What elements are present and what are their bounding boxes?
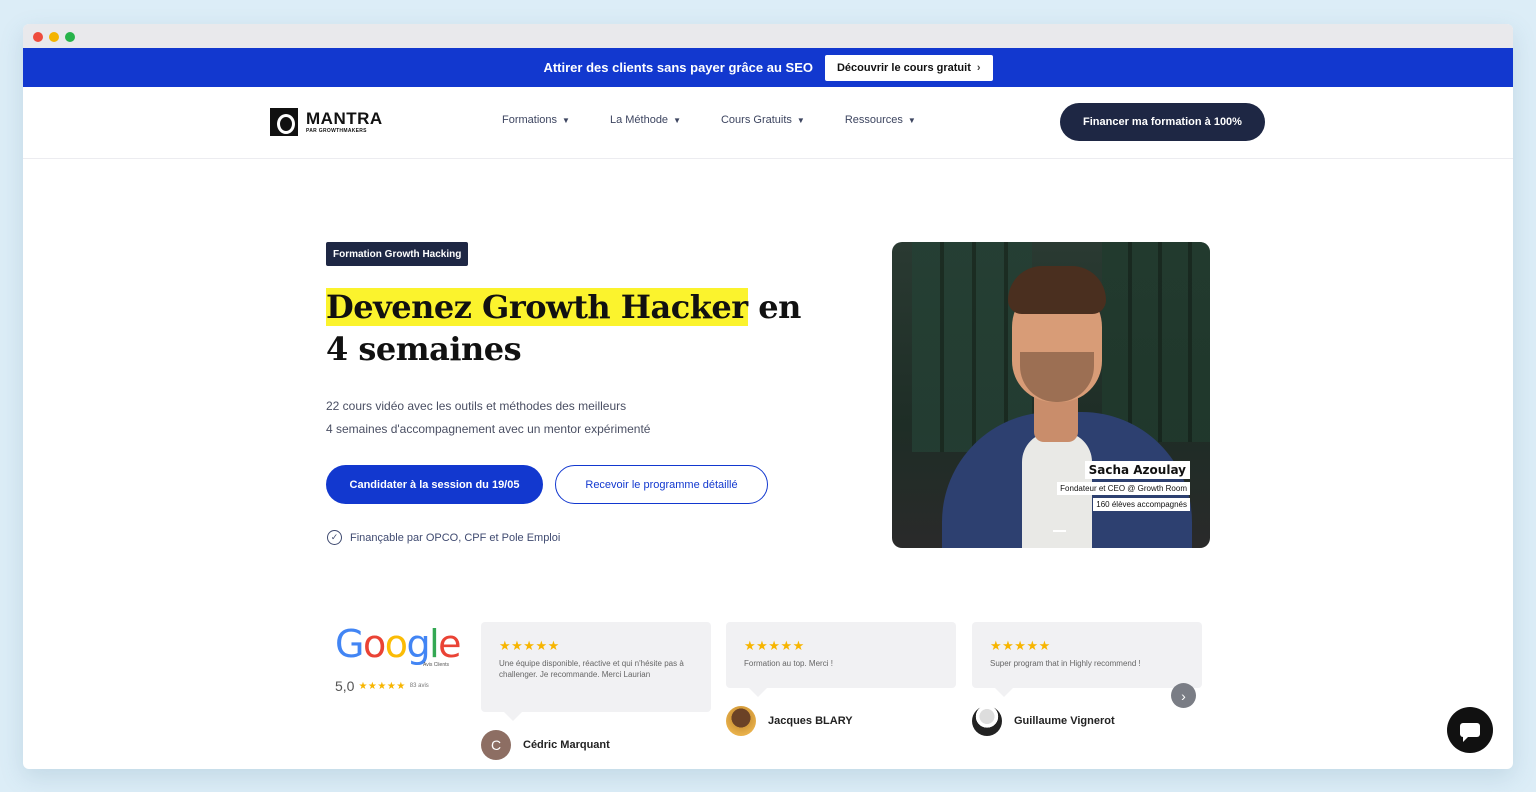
headline-rest-1: en bbox=[758, 288, 801, 326]
nav-menu: Formations ▼ La Méthode ▼ Cours Gratuits… bbox=[502, 114, 916, 126]
browser-window: Attirer des clients sans payer grâce au … bbox=[23, 24, 1513, 769]
funding-text: Finançable par OPCO, CPF et Pole Emploi bbox=[350, 531, 561, 544]
promo-button-label: Découvrir le cours gratuit bbox=[836, 61, 971, 74]
review-card: ★★★★★ Une équipe disponible, réactive et… bbox=[481, 622, 711, 760]
nav-item-label: La Méthode bbox=[609, 114, 669, 126]
check-circle-icon: ✓ bbox=[327, 530, 342, 545]
financer-button[interactable]: Financer ma formation à 100% bbox=[1060, 103, 1265, 141]
carousel-next-button[interactable]: › bbox=[1171, 683, 1196, 708]
logo-mark-icon bbox=[270, 108, 298, 136]
logo[interactable]: MANTRA PAR GROWTHMAKERS bbox=[270, 108, 383, 136]
hero-description: 22 cours vidéo avec les outils et méthod… bbox=[326, 395, 650, 441]
nav-item-ressources[interactable]: Ressources ▼ bbox=[845, 114, 916, 126]
hero-headline: Devenez Growth Hacker en 4 semaines bbox=[326, 286, 846, 370]
star-rating-icon: ★★★★★ bbox=[990, 638, 1051, 653]
google-score: 5,0 bbox=[335, 678, 355, 694]
headline-rest-2: 4 semaines bbox=[326, 330, 522, 368]
chat-button[interactable] bbox=[1447, 707, 1493, 753]
apply-button[interactable]: Candidater à la session du 19/05 bbox=[326, 465, 543, 504]
caret-down-icon: ▼ bbox=[562, 115, 570, 125]
nav-item-label: Ressources bbox=[844, 114, 903, 126]
avatar bbox=[972, 706, 1002, 736]
google-review-count: 83 avis bbox=[409, 683, 429, 689]
review-bubble: ★★★★★ Super program that in Highly recom… bbox=[972, 622, 1202, 697]
review-bubble: ★★★★★ Formation au top. Merci ! bbox=[726, 622, 956, 697]
review-text: Super program that in Highly recommend ! bbox=[990, 659, 1141, 668]
star-rating-icon: ★★★★★ bbox=[744, 638, 805, 653]
description-line-1: 22 cours vidéo avec les outils et méthod… bbox=[326, 399, 627, 413]
chat-bubble-icon bbox=[1460, 723, 1480, 742]
mentor-figure bbox=[1008, 266, 1106, 314]
close-window-dot[interactable] bbox=[33, 32, 43, 42]
slide-indicator[interactable] bbox=[1053, 530, 1066, 532]
logo-name: MANTRA bbox=[306, 109, 383, 128]
chevron-right-icon: › bbox=[1181, 687, 1186, 704]
maximize-window-dot[interactable] bbox=[65, 32, 75, 42]
mentor-photo: Sacha Azoulay Fondateur et CEO @ Growth … bbox=[892, 242, 1210, 548]
logo-subtitle: PAR GROWTHMAKERS bbox=[306, 128, 367, 134]
window-chrome bbox=[23, 24, 1513, 48]
mentor-name: Sacha Azoulay bbox=[1084, 461, 1190, 479]
nav-item-cours-gratuits[interactable]: Cours Gratuits ▼ bbox=[721, 114, 805, 126]
review-bubble: ★★★★★ Une équipe disponible, réactive et… bbox=[481, 622, 711, 721]
review-text: Une équipe disponible, réactive et qui n… bbox=[499, 659, 684, 679]
star-rating-icon: ★★★★★ bbox=[499, 638, 560, 653]
reviewer: C Cédric Marquant bbox=[481, 730, 711, 760]
caret-down-icon: ▼ bbox=[673, 115, 681, 125]
avatar: C bbox=[481, 730, 511, 760]
photo-background bbox=[1102, 242, 1210, 442]
star-rating-icon: ★★★★★ bbox=[358, 680, 406, 692]
caret-down-icon: ▼ bbox=[796, 115, 805, 125]
nav-item-formations[interactable]: Formations ▼ bbox=[502, 114, 570, 126]
mentor-students: 160 élèves accompagnés bbox=[1093, 498, 1190, 511]
program-button[interactable]: Recevoir le programme détaillé bbox=[555, 465, 768, 504]
reviewer-name: Guillaume Vignerot bbox=[1014, 715, 1115, 727]
avatar bbox=[726, 706, 756, 736]
reviewer: Guillaume Vignerot bbox=[972, 706, 1202, 736]
mentor-caption: Sacha Azoulay Fondateur et CEO @ Growth … bbox=[1057, 461, 1190, 511]
chevron-right-icon: › bbox=[976, 61, 981, 74]
promo-banner: Attirer des clients sans payer grâce au … bbox=[23, 48, 1513, 87]
formation-badge: Formation Growth Hacking bbox=[326, 242, 469, 266]
headline-highlight: Devenez Growth Hacker bbox=[326, 288, 748, 326]
main-nav: MANTRA PAR GROWTHMAKERS Formations ▼ La … bbox=[23, 87, 1513, 159]
review-card: ★★★★★ Super program that in Highly recom… bbox=[972, 622, 1202, 736]
google-logo-icon: Google bbox=[335, 622, 462, 666]
funding-note: ✓ Finançable par OPCO, CPF et Pole Emplo… bbox=[327, 530, 560, 545]
caret-down-icon: ▼ bbox=[907, 115, 916, 125]
reviewer-name: Cédric Marquant bbox=[523, 739, 610, 751]
nav-item-label: Formations bbox=[502, 114, 558, 126]
promo-text: Attirer des clients sans payer grâce au … bbox=[543, 60, 813, 75]
nav-item-label: Cours Gratuits bbox=[720, 114, 792, 126]
mentor-role: Fondateur et CEO @ Growth Room bbox=[1057, 482, 1190, 495]
reviewer-name: Jacques BLARY bbox=[768, 715, 853, 727]
google-rating: Google Avis Clients 5,0 ★★★★★ 83 avis bbox=[335, 622, 462, 694]
google-score-row: 5,0 ★★★★★ 83 avis bbox=[335, 678, 457, 694]
review-card: ★★★★★ Formation au top. Merci ! Jacques … bbox=[726, 622, 956, 736]
review-text: Formation au top. Merci ! bbox=[744, 659, 833, 668]
minimize-window-dot[interactable] bbox=[49, 32, 59, 42]
nav-item-methode[interactable]: La Méthode ▼ bbox=[610, 114, 681, 126]
reviewer: Jacques BLARY bbox=[726, 706, 956, 736]
description-line-2: 4 semaines d'accompagnement avec un ment… bbox=[326, 422, 651, 436]
promo-button[interactable]: Découvrir le cours gratuit › bbox=[824, 54, 993, 81]
